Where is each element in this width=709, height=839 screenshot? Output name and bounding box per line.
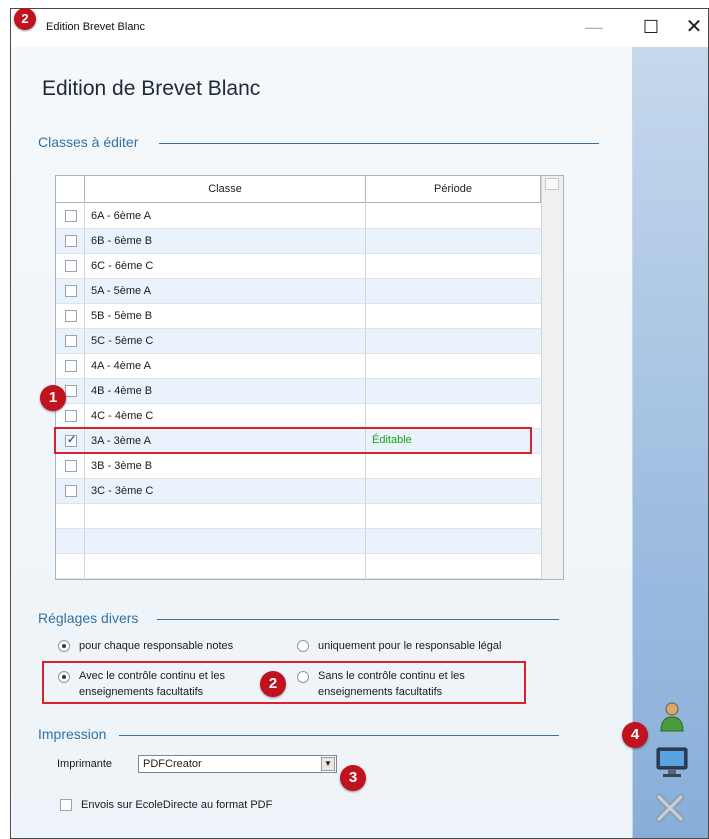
radio-legal-label: uniquement pour le responsable légal (318, 640, 502, 652)
classe-cell: 5B - 5ème B (91, 310, 153, 322)
row-checkbox-cell (56, 279, 85, 303)
window-title: Edition Brevet Blanc (46, 21, 146, 33)
row-checkbox-cell (56, 304, 85, 328)
row-checkbox[interactable] (65, 335, 77, 347)
vertical-scrollbar[interactable] (541, 176, 563, 579)
row-checkbox-cell (56, 254, 85, 278)
close-button[interactable]: ✕ (676, 15, 708, 39)
monitor-icon[interactable] (655, 746, 689, 778)
minimize-button[interactable]: — (576, 15, 612, 39)
row-checkbox[interactable] (65, 485, 77, 497)
row-checkbox-cell (56, 479, 85, 503)
table-row[interactable]: 5B - 5ème B (56, 304, 541, 329)
cell-divider (365, 354, 366, 378)
radio-notes-label: pour chaque responsable notes (79, 640, 234, 652)
row-checkbox-cell (56, 454, 85, 478)
annotation-badge-2: 2 (260, 671, 286, 697)
main-panel: Edition de Brevet Blanc Classes à éditer… (13, 47, 633, 838)
cell-divider (365, 454, 366, 478)
row-checkbox[interactable] (65, 460, 77, 472)
user-icon[interactable] (657, 700, 687, 734)
table-row[interactable]: 5C - 5ème C (56, 329, 541, 354)
cell-divider (365, 329, 366, 353)
section-settings-title: Réglages divers (38, 610, 139, 626)
classe-cell: 6B - 6ème B (91, 235, 153, 247)
radio-notes[interactable] (58, 640, 70, 652)
printer-label: Imprimante (57, 758, 113, 770)
empty-row (56, 529, 541, 554)
dialog-window: Edition Brevet Blanc — ☐ ✕ Edition de Br… (10, 8, 709, 839)
row-checkbox[interactable] (65, 310, 77, 322)
section-divider (157, 619, 559, 620)
empty-row (56, 554, 541, 579)
chevron-down-icon[interactable]: ▼ (321, 757, 335, 771)
classe-cell: 4B - 4ème B (91, 385, 153, 397)
row-checkbox[interactable] (65, 260, 77, 272)
section-classes-title: Classes à éditer (38, 134, 139, 150)
classe-cell: 6A - 6ème A (91, 210, 151, 222)
highlight-box-row (54, 427, 532, 454)
cell-divider (365, 304, 366, 328)
table-row[interactable]: 6B - 6ème B (56, 229, 541, 254)
cell-divider (365, 404, 366, 428)
annotation-badge-2-title: 2 (14, 8, 36, 30)
cell-divider (365, 379, 366, 403)
scrollbar-thumb[interactable] (545, 178, 559, 190)
classe-cell: 5A - 5ème A (91, 285, 151, 297)
send-pdf-checkbox[interactable] (60, 799, 72, 811)
cell-divider (365, 279, 366, 303)
cell-divider (365, 204, 366, 228)
classe-cell: 3B - 3ème B (91, 460, 153, 472)
row-checkbox-cell (56, 204, 85, 228)
row-checkbox-cell (56, 354, 85, 378)
row-checkbox[interactable] (65, 235, 77, 247)
table-row[interactable]: 4A - 4ème A (56, 354, 541, 379)
cell-divider (365, 254, 366, 278)
side-toolbar (633, 47, 708, 838)
row-checkbox-cell (56, 229, 85, 253)
cell-divider (365, 479, 366, 503)
classe-cell: 4C - 4ème C (91, 410, 154, 422)
radio-legal[interactable] (297, 640, 309, 652)
table-row[interactable]: 3B - 3ème B (56, 454, 541, 479)
table-header: Classe Période (56, 176, 563, 203)
classe-cell: 5C - 5ème C (91, 335, 154, 347)
table-row[interactable]: 6C - 6ème C (56, 254, 541, 279)
table-row[interactable]: 5A - 5ème A (56, 279, 541, 304)
printer-select-value: PDFCreator (143, 758, 202, 770)
table-row[interactable]: 4C - 4ème C (56, 404, 541, 429)
table-row[interactable]: 3C - 3ème C (56, 479, 541, 504)
row-checkbox[interactable] (65, 410, 77, 422)
row-checkbox[interactable] (65, 210, 77, 222)
annotation-badge-1: 1 (40, 385, 66, 411)
header-checkbox-cell (56, 176, 85, 203)
row-checkbox-cell (56, 329, 85, 353)
classe-cell: 3C - 3ème C (91, 485, 154, 497)
section-divider (119, 735, 559, 736)
cell-divider (365, 229, 366, 253)
page-title: Edition de Brevet Blanc (42, 77, 261, 100)
send-pdf-label: Envois sur EcoleDirecte au format PDF (81, 799, 273, 811)
close-x-icon[interactable] (653, 791, 687, 825)
row-checkbox[interactable] (65, 385, 77, 397)
column-header-classe[interactable]: Classe (85, 176, 366, 203)
table-row[interactable]: 4B - 4ème B (56, 379, 541, 404)
row-checkbox[interactable] (65, 360, 77, 372)
title-bar: Edition Brevet Blanc — ☐ ✕ (11, 9, 708, 47)
section-printing-title: Impression (38, 726, 107, 742)
maximize-button[interactable]: ☐ (633, 15, 669, 39)
printer-select[interactable]: PDFCreator ▼ (138, 755, 337, 773)
annotation-badge-3: 3 (340, 765, 366, 791)
classe-cell: 4A - 4ème A (91, 360, 151, 372)
row-checkbox[interactable] (65, 285, 77, 297)
classes-table: Classe Période 6A - 6ème A 6B - 6ème B 6C … (54, 175, 564, 580)
section-divider (159, 143, 599, 144)
classe-cell: 6C - 6ème C (91, 260, 154, 272)
empty-row (56, 504, 541, 529)
table-row[interactable]: 6A - 6ème A (56, 204, 541, 229)
column-header-periode[interactable]: Période (366, 176, 541, 203)
annotation-badge-4: 4 (622, 722, 648, 748)
